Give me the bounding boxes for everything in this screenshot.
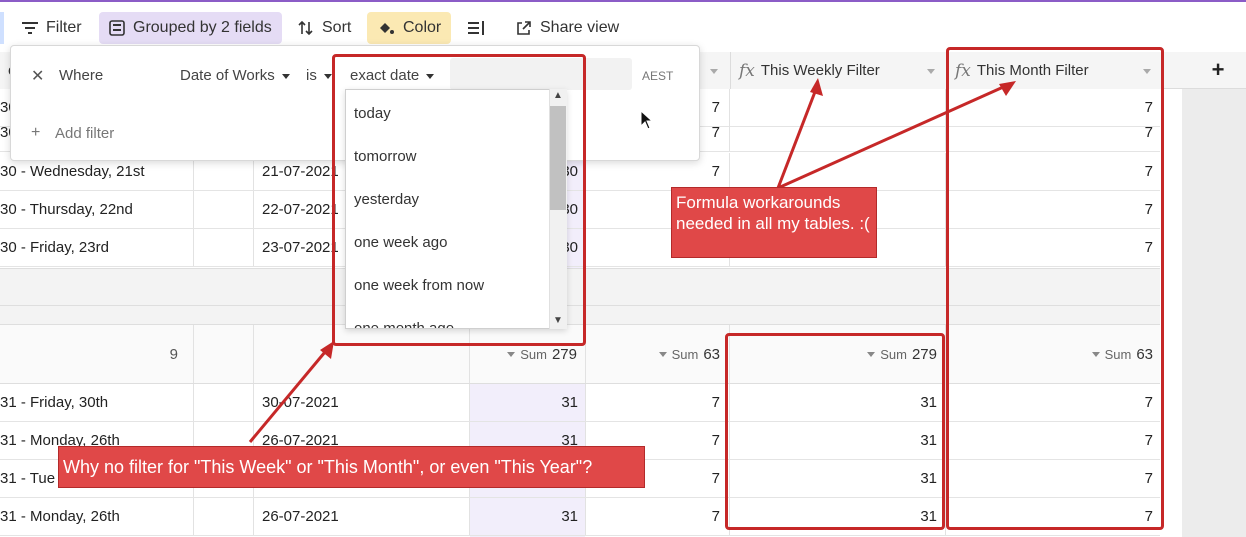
arrow-to-dropdown xyxy=(248,345,332,443)
callout-missing-filters: Why no filter for "This Week" or "This M… xyxy=(58,446,645,488)
callout-formula-workarounds: Formula workarounds needed in all my tab… xyxy=(671,187,877,258)
arrowhead xyxy=(810,78,823,96)
